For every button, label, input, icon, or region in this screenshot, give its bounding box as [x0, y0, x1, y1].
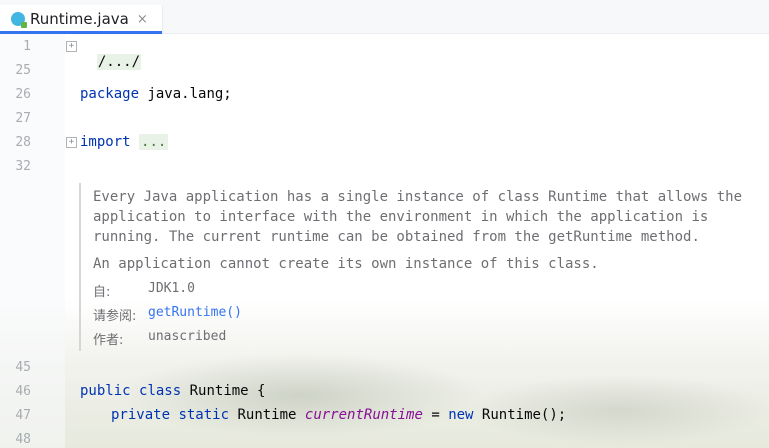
- doc-tag-see-label: 请参阅:: [93, 309, 137, 324]
- line-number: 28: [15, 135, 31, 150]
- doc-text: Every Java application has a single inst…: [93, 189, 743, 205]
- doc-tag-author-value: unascribed: [148, 329, 227, 344]
- code-text: Runtime {: [181, 383, 266, 399]
- code-line-28[interactable]: import ...: [80, 134, 169, 150]
- doc-see-link[interactable]: getRuntime(): [148, 305, 242, 320]
- doc-text: running. The current runtime can be obta…: [93, 229, 700, 245]
- folded-comment[interactable]: /.../: [96, 54, 142, 70]
- line-number: 47: [15, 408, 31, 423]
- keyword: class: [139, 383, 182, 399]
- line-number: 1: [23, 39, 31, 54]
- line-number: 26: [15, 87, 31, 102]
- close-icon[interactable]: ×: [137, 12, 148, 27]
- folded-imports[interactable]: ...: [139, 134, 169, 150]
- code-text: Runtime();: [473, 407, 567, 423]
- code-text: Runtime: [229, 407, 305, 423]
- line-number: 46: [15, 384, 31, 399]
- java-class-icon: [11, 12, 27, 28]
- line-number: 45: [15, 360, 31, 375]
- keyword: static: [178, 407, 230, 423]
- doc-tag-author-label: 作者:: [93, 333, 124, 348]
- doc-text: application to interface with the enviro…: [93, 209, 709, 225]
- fold-expand-icon[interactable]: +: [66, 137, 77, 148]
- line-number: 32: [15, 159, 31, 174]
- fold-expand-icon[interactable]: +: [66, 41, 77, 52]
- keyword: new: [448, 407, 474, 423]
- keyword: public: [80, 383, 131, 399]
- doc-tag-since-value: JDK1.0: [148, 281, 195, 296]
- doc-tag-since-label: 自:: [93, 285, 111, 300]
- code-line-46[interactable]: public class Runtime {: [80, 383, 265, 399]
- line-number: 27: [15, 111, 31, 126]
- code-line-1[interactable]: /.../: [80, 38, 142, 70]
- line-number: 25: [15, 63, 31, 78]
- line-number: 48: [15, 432, 31, 447]
- keyword: private: [111, 407, 171, 423]
- code-line-26[interactable]: package java.lang;: [80, 86, 232, 102]
- editor-tab-bar: Runtime.java ×: [0, 0, 769, 34]
- keyword: import: [80, 134, 131, 150]
- code-text: =: [422, 407, 449, 423]
- code-text: java.lang;: [139, 86, 232, 102]
- keyword: package: [80, 86, 140, 102]
- code-line-47[interactable]: private static Runtime currentRuntime = …: [111, 407, 566, 423]
- tab-runtime-java[interactable]: Runtime.java ×: [0, 5, 163, 34]
- doc-text: An application cannot create its own ins…: [93, 256, 599, 272]
- rendered-javadoc: Every Java application has a single inst…: [79, 183, 743, 351]
- tab-title: Runtime.java: [30, 10, 129, 28]
- static-field: currentRuntime: [304, 407, 423, 423]
